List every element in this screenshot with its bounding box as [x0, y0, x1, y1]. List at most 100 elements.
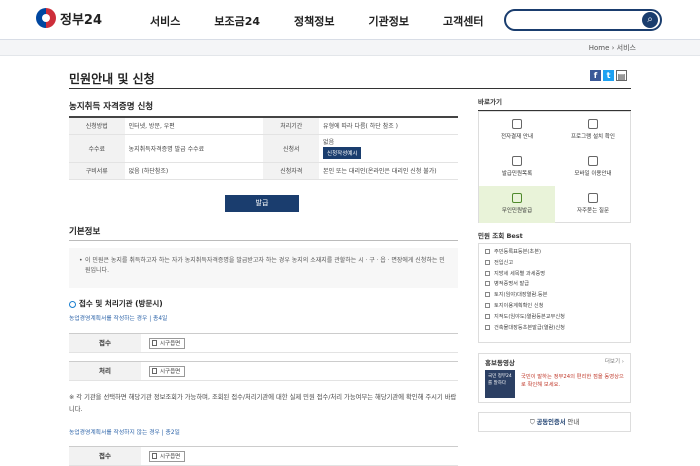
reception-row-2: 접수 시구읍면: [69, 446, 458, 466]
basic-info-title: 기본정보: [69, 227, 101, 237]
logo[interactable]: 정부24: [36, 8, 102, 28]
search-icon[interactable]: ⌕: [642, 12, 658, 28]
row-label: 접수: [69, 334, 141, 352]
list-item[interactable]: 건축물대장등초본발급(열람)신청: [485, 323, 624, 334]
basic-info-divider: [69, 240, 458, 241]
list-item[interactable]: 토지이용계획확인 신청: [485, 301, 624, 312]
office-select-button[interactable]: 시구읍면: [149, 366, 186, 377]
table-cell: 인터넷, 방문, 우편: [124, 116, 264, 135]
title-divider: [69, 88, 631, 89]
table-cell: 본인 또는 대리인(온라인은 대리인 신청 불가): [319, 161, 458, 180]
page-title: 민원안내 및 신청: [69, 72, 155, 86]
table-header-cell: 처리기간: [263, 116, 320, 135]
best-services-list: 주민등록표등본(초본) 전입신고 지방세 세목별 과세증명 병적증명서 발급 토…: [478, 243, 631, 343]
table-cell: 없음 (하단참조): [124, 161, 264, 180]
document-icon: [152, 368, 157, 374]
form-value: 없음: [323, 139, 335, 146]
table-header-cell: 수수료: [69, 133, 125, 163]
row-label: 접수: [69, 447, 141, 465]
case-link-without-plan[interactable]: 농업경영계획서를 작성하지 않는 경우 | 총2일: [69, 427, 180, 436]
table-header-cell: 신청서: [263, 133, 320, 163]
basic-info-text: 이 민원은 농지를 취득하고자 하는 자가 농지취득자격증명을 발급받고자 하는…: [69, 248, 458, 288]
issue-button[interactable]: 발급: [225, 195, 299, 212]
document-icon: [152, 340, 157, 346]
list-item[interactable]: 지방세 세목별 과세증명: [485, 269, 624, 280]
download-icon: [512, 119, 522, 129]
table-cell: 농지취득자격증명 발급 수수료: [124, 133, 264, 163]
quick-links-grid: 전자결재 안내 프로그램 설치 확인 발급민원목록 모바일 이용안내 무인민원발…: [478, 111, 631, 223]
reception-title: 접수 및 처리기관 (방문시): [69, 298, 163, 309]
promo-more-link[interactable]: 더보기 ›: [605, 357, 624, 365]
search-input[interactable]: [512, 14, 642, 32]
quick-link-program-check[interactable]: 프로그램 설치 확인: [555, 112, 631, 149]
row-label: 처리: [69, 362, 141, 380]
kiosk-icon: [512, 193, 522, 203]
promo-title: 홍보동영상: [485, 359, 515, 367]
list-item[interactable]: 지적도(임야도)열람등본교부신청: [485, 312, 624, 323]
shield-icon: ⛉: [529, 419, 537, 426]
facebook-icon[interactable]: f: [590, 70, 601, 81]
table-cell: 유형에 따라 다름( 하단 참조 ): [319, 116, 458, 135]
quick-link-kiosk[interactable]: 무인민원발급: [479, 186, 555, 223]
certificate-guide-button[interactable]: ⛉ 공동인증서 안내: [478, 412, 631, 432]
breadcrumb-bar: Home › 서비스: [0, 40, 700, 56]
nav-item-policy[interactable]: 정책정보: [294, 13, 334, 29]
quick-link-mobile-guide[interactable]: 모바일 이용안내: [555, 149, 631, 186]
nav-item-services[interactable]: 서비스: [150, 13, 180, 29]
twitter-icon[interactable]: t: [603, 70, 614, 81]
table-header-cell: 신청자격: [263, 161, 320, 180]
main-nav: 서비스 보조금24 정책정보 기관정보 고객센터: [150, 13, 518, 29]
quick-link-issued-list[interactable]: 발급민원목록: [479, 149, 555, 186]
form-example-button[interactable]: 신청작성예시: [323, 147, 362, 159]
table-row: 신청방법 인터넷, 방문, 우편 처리기간 유형에 따라 다름( 하단 참조 ): [69, 116, 458, 135]
reception-row: 접수 시구읍면: [69, 333, 458, 353]
nav-item-customer-center[interactable]: 고객센터: [443, 13, 483, 29]
search-box: ⌕: [504, 9, 662, 32]
quick-link-label: 무인민원발급: [501, 208, 533, 214]
printer-icon: [512, 156, 522, 166]
quick-link-label: 자주묻는 질문: [576, 208, 610, 214]
monitor-icon: [588, 119, 598, 129]
print-icon[interactable]: ▤: [616, 70, 627, 81]
quick-links-title: 바로가기: [478, 96, 631, 111]
service-title: 농지취득 자격증명 신청: [69, 102, 154, 112]
office-select-button[interactable]: 시구읍면: [149, 451, 186, 462]
office-button-label: 시구읍면: [160, 341, 181, 347]
header: 정부24 서비스 보조금24 정책정보 기관정보 고객센터 ⌕: [0, 0, 700, 40]
table-row: 구비서류 없음 (하단참조) 신청자격 본인 또는 대리인(온라인은 대리인 신…: [69, 161, 458, 180]
table-cell: 없음 신청작성예시: [319, 133, 458, 163]
chat-icon: [588, 193, 598, 203]
quick-link-label: 프로그램 설치 확인: [571, 134, 615, 140]
case-link-with-plan[interactable]: 농업경영계획서를 작성하는 경우 | 총4일: [69, 313, 167, 322]
office-button-label: 시구읍면: [160, 454, 181, 460]
nav-item-subsidy[interactable]: 보조금24: [214, 13, 260, 29]
promo-description[interactable]: 국민이 말하는 정부24의 편리한 점을 동영상으로 확인해 보세요.: [521, 373, 625, 389]
office-button-label: 시구읍면: [160, 369, 181, 375]
reception-note: ※ 각 기관을 선택하면 해당기관 정보조회가 가능하며, 조회된 접수/처리기…: [69, 394, 457, 413]
table-header-cell: 구비서류: [69, 161, 125, 180]
nav-item-agency[interactable]: 기관정보: [369, 13, 409, 29]
list-item[interactable]: 토지(임야)대장열람.등본: [485, 290, 624, 301]
quick-link-label: 모바일 이용안내: [574, 171, 612, 177]
quick-link-label: 발급민원목록: [501, 171, 533, 177]
list-item[interactable]: 주민등록표등본(초본): [485, 247, 624, 258]
reception-title-text: 접수 및 처리기관 (방문시): [79, 299, 163, 308]
best-services-title: 민원 조회 Best: [478, 230, 631, 244]
processing-row: 처리 시구읍면: [69, 361, 458, 381]
taegeuk-logo-icon: [36, 8, 56, 28]
quick-link-faq[interactable]: 자주묻는 질문: [555, 186, 631, 223]
table-row: 수수료 농지취득자격증명 발급 수수료 신청서 없음 신청작성예시: [69, 133, 458, 163]
office-select-button[interactable]: 시구읍면: [149, 338, 186, 349]
quick-link-epayment[interactable]: 전자결재 안내: [479, 112, 555, 149]
quick-link-label: 전자결재 안내: [500, 134, 534, 140]
table-header-cell: 신청방법: [69, 116, 125, 135]
list-item[interactable]: 병적증명서 발급: [485, 279, 624, 290]
list-item[interactable]: 전입신고: [485, 258, 624, 269]
quick-links-heading: 바로가기: [478, 96, 631, 111]
breadcrumb[interactable]: Home › 서비스: [589, 43, 636, 53]
promo-thumbnail[interactable]: 국민 정부24를 말하다: [485, 370, 515, 398]
certificate-label: 공동인증서: [536, 419, 566, 426]
certificate-suffix: 안내: [565, 419, 580, 426]
mobile-icon: [588, 156, 598, 166]
service-info-table: 신청방법 인터넷, 방문, 우편 처리기간 유형에 따라 다름( 하단 참조 )…: [69, 116, 458, 180]
